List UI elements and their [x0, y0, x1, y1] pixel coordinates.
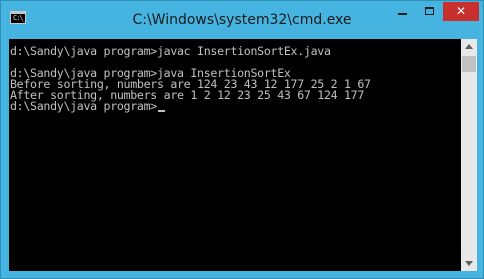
- vertical-scrollbar[interactable]: [461, 39, 477, 271]
- arrow-up-icon: [465, 44, 473, 49]
- minimize-button[interactable]: [389, 2, 416, 21]
- scrollbar-thumb[interactable]: [462, 56, 476, 72]
- console-prompt-line[interactable]: d:\Sandy\java program>: [10, 99, 165, 113]
- console-output[interactable]: d:\Sandy\java program>javac InsertionSor…: [9, 39, 461, 271]
- scroll-down-button[interactable]: [461, 255, 477, 271]
- console-prompt: d:\Sandy\java program>: [10, 99, 157, 113]
- close-icon: ✕: [456, 4, 467, 18]
- minimize-icon: [398, 13, 407, 15]
- maximize-icon: [425, 7, 434, 15]
- arrow-down-icon: [465, 261, 473, 266]
- maximize-button[interactable]: [417, 2, 443, 21]
- cmd-window: C:\_ C:\Windows\system32\cmd.exe ✕ d:\Sa…: [0, 0, 484, 279]
- console-line: d:\Sandy\java program>javac InsertionSor…: [10, 44, 331, 58]
- scroll-up-button[interactable]: [461, 39, 477, 55]
- title-bar[interactable]: C:\_ C:\Windows\system32\cmd.exe ✕: [1, 1, 483, 39]
- close-button[interactable]: ✕: [443, 2, 479, 21]
- text-cursor: [157, 110, 165, 112]
